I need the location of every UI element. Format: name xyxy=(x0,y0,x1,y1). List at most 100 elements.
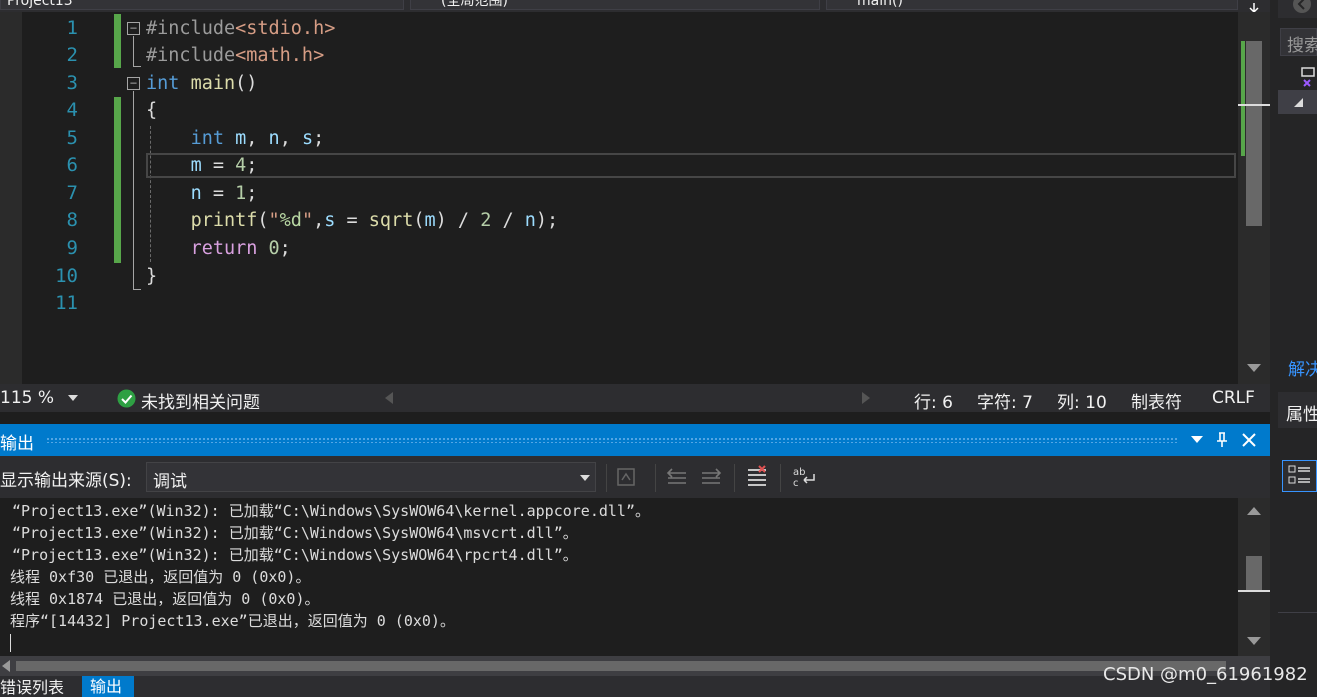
tab-error-list[interactable]: 错误列表 xyxy=(0,678,64,697)
scope-dropdown[interactable]: (全局范围) xyxy=(410,0,820,10)
eol-indicator[interactable]: CRLF xyxy=(1212,388,1255,408)
tabs-indicator[interactable]: 制表符 xyxy=(1131,388,1182,413)
code-line: return 0; xyxy=(190,238,291,259)
line-number: 7 xyxy=(66,182,78,204)
output-line: 线程 0xf30 已退出，返回值为 0 (0x0)。 xyxy=(10,568,311,586)
line-number: 5 xyxy=(66,127,78,149)
output-source-select[interactable]: 调试 xyxy=(146,462,596,492)
source-label: 显示输出来源(S): xyxy=(0,471,132,491)
output-line: “Project13.exe”(Win32): 已加载“C:\Windows\S… xyxy=(12,524,578,542)
collapse-icon[interactable]: − xyxy=(127,77,140,90)
scroll-up-icon[interactable] xyxy=(1247,506,1261,516)
solution-search-input[interactable]: 搜索 xyxy=(1280,28,1317,56)
code-line: int main() xyxy=(146,73,258,94)
dropdown-icon[interactable] xyxy=(1191,436,1203,444)
word-wrap-icon[interactable]: abc xyxy=(792,465,818,489)
back-button[interactable] xyxy=(1278,0,1317,18)
row-indicator: 行: 6 xyxy=(914,393,953,413)
tab-output[interactable]: 输出 xyxy=(82,676,134,697)
output-line: 程序“[14432] Project13.exe”已退出，返回值为 0 (0x0… xyxy=(10,612,455,630)
change-bar xyxy=(114,14,121,68)
editor-scrollbar[interactable] xyxy=(1238,12,1270,384)
caret-marker xyxy=(1238,590,1270,592)
scroll-thumb[interactable] xyxy=(1246,41,1262,226)
collapse-icon[interactable]: − xyxy=(127,22,140,35)
change-marker xyxy=(1241,41,1245,156)
output-panel-header: 输出 xyxy=(0,424,1270,456)
scroll-down-icon[interactable] xyxy=(1247,364,1261,374)
header-grip[interactable] xyxy=(46,437,1178,443)
visual-studio-icon xyxy=(1301,67,1315,87)
search-placeholder: 搜索 xyxy=(1287,36,1317,56)
zoom-level[interactable]: 115 % xyxy=(0,388,54,408)
solution-explorer-tab[interactable]: 解决 xyxy=(1288,355,1317,380)
scroll-thumb[interactable] xyxy=(16,661,1226,671)
svg-text:c: c xyxy=(793,478,799,489)
line-number: 9 xyxy=(66,237,78,259)
back-icon xyxy=(1293,0,1311,13)
fold-guide xyxy=(133,36,135,66)
line-number: 6 xyxy=(66,154,78,176)
tool-window-tabs: 错误列表 输出 xyxy=(0,676,1270,697)
output-title: 输出 xyxy=(0,434,34,454)
code-line: } xyxy=(146,266,158,287)
tab-output-label: 输出 xyxy=(90,677,123,696)
col-indicator: 列: 10 xyxy=(1057,393,1107,413)
fold-guide xyxy=(133,289,141,290)
text-caret xyxy=(10,634,11,652)
code-line: int m, n, s; xyxy=(190,128,325,149)
line-number: 8 xyxy=(66,209,78,231)
divider xyxy=(1278,612,1317,613)
output-scrollbar[interactable] xyxy=(1238,498,1270,656)
separator xyxy=(655,464,656,492)
line-number: 4 xyxy=(66,99,78,121)
line-number: 1 xyxy=(66,17,78,39)
project-dropdown[interactable]: Project13 xyxy=(0,0,404,10)
scroll-right-icon[interactable] xyxy=(862,392,870,404)
expand-triangle-icon xyxy=(1294,98,1303,107)
output-text-area[interactable]: “Project13.exe”(Win32): 已加载“C:\Windows\S… xyxy=(0,498,1238,656)
chevron-down-icon xyxy=(580,475,590,481)
change-bar xyxy=(114,97,121,263)
check-circle-icon xyxy=(117,389,136,408)
code-line: { xyxy=(146,100,158,121)
clear-all-icon[interactable] xyxy=(746,465,768,489)
scroll-down-icon[interactable] xyxy=(1247,637,1261,647)
code-line: #include<math.h> xyxy=(146,45,325,66)
source-value: 调试 xyxy=(153,472,187,492)
categorized-icon xyxy=(1288,465,1310,484)
previous-message-icon[interactable] xyxy=(666,467,688,487)
editor-status-bar: 115 % 未找到相关问题 行: 6 字符: 7 列: 10 制表符 CRLF xyxy=(0,384,1270,413)
line-number: 2 xyxy=(66,44,78,66)
code-line: #include<stdio.h> xyxy=(146,18,336,39)
next-message-icon[interactable] xyxy=(700,467,722,487)
output-line: “Project13.exe”(Win32): 已加载“C:\Windows\S… xyxy=(12,502,650,520)
line-number: 3 xyxy=(66,72,78,94)
separator xyxy=(734,464,735,492)
categorized-button[interactable] xyxy=(1282,460,1317,492)
navigation-bar: Project13 (全局范围) main() xyxy=(0,0,1270,12)
issues-status[interactable]: 未找到相关问题 xyxy=(141,388,260,413)
code-line: printf("%d",s = sqrt(m) / 2 / n); xyxy=(190,210,559,231)
line-number: 11 xyxy=(55,292,78,314)
split-button[interactable] xyxy=(1240,0,1268,14)
scroll-left-icon[interactable] xyxy=(385,392,393,404)
close-icon[interactable] xyxy=(1242,433,1256,447)
solution-tree-item[interactable] xyxy=(1278,90,1317,114)
char-indicator: 字符: 7 xyxy=(977,393,1033,413)
function-label: main() xyxy=(857,0,903,9)
watermark: CSDN @m0_61961982 xyxy=(1103,664,1308,685)
function-dropdown[interactable]: main() xyxy=(826,0,1238,10)
current-line-highlight xyxy=(146,153,1236,178)
scroll-left-icon[interactable] xyxy=(2,660,10,672)
line-number: 10 xyxy=(55,265,78,287)
project-name: Project13 xyxy=(7,0,73,9)
chevron-down-icon[interactable] xyxy=(68,395,78,401)
fold-guide xyxy=(133,91,135,289)
separator xyxy=(606,464,607,492)
output-horizontal-scrollbar[interactable] xyxy=(0,656,1270,676)
scroll-thumb[interactable] xyxy=(1246,556,1262,590)
find-message-icon[interactable] xyxy=(615,466,637,488)
code-line: n = 1; xyxy=(190,183,258,204)
pin-icon[interactable] xyxy=(1215,432,1229,448)
